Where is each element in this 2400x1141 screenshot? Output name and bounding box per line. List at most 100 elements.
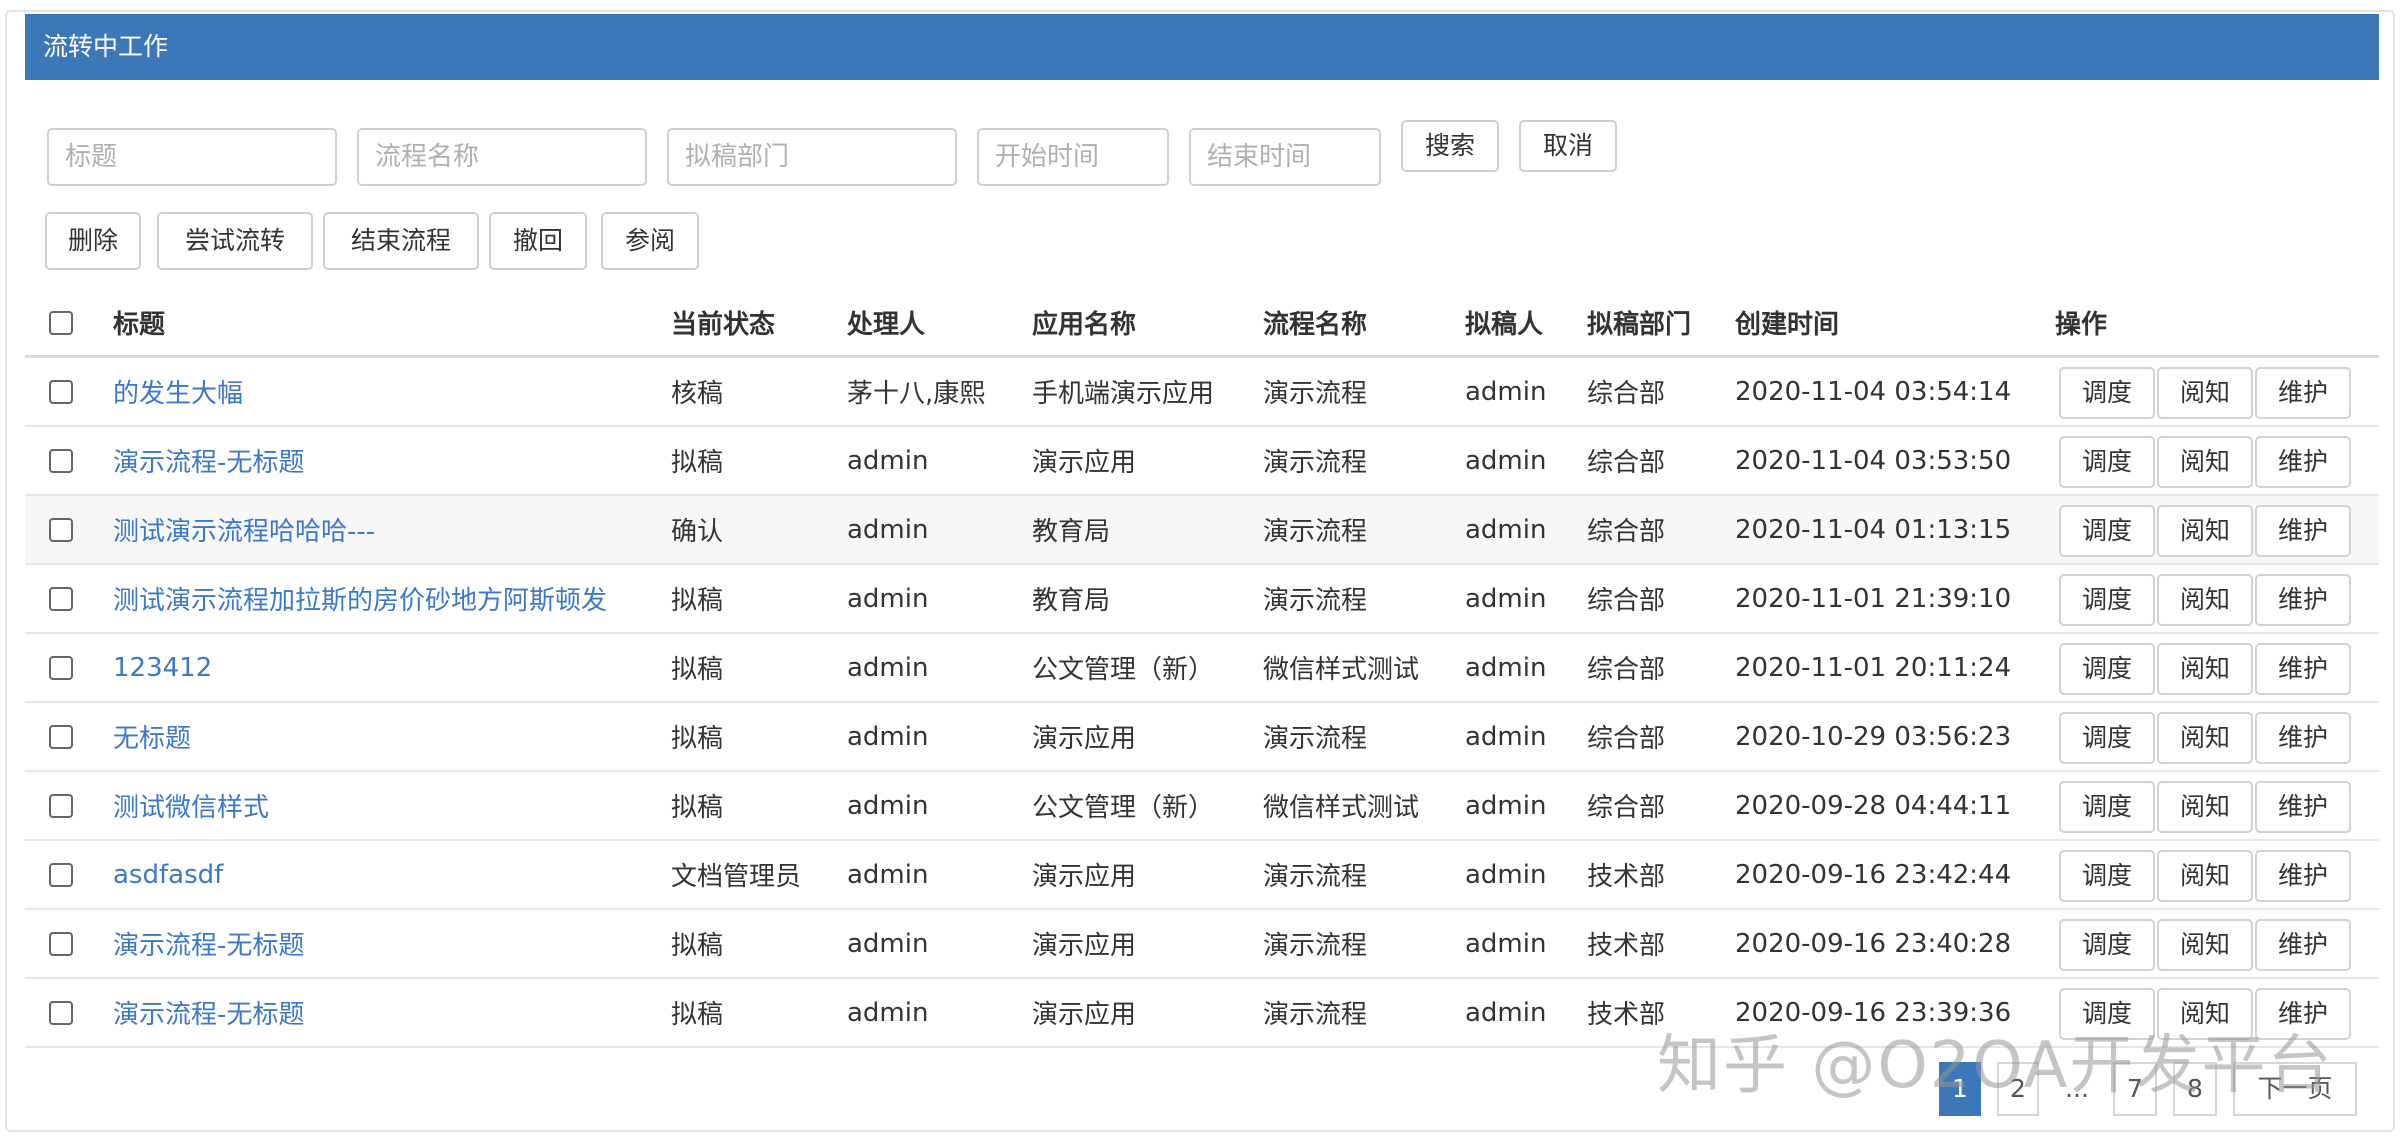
header-drafter[interactable]: 拟稿人 (1465, 290, 1543, 355)
process-name-search-input[interactable] (357, 128, 647, 186)
page-2[interactable]: 2 (1997, 1062, 2039, 1116)
page-8[interactable]: 8 (2173, 1062, 2217, 1116)
header-created[interactable]: 创建时间 (1735, 290, 1839, 355)
select-all-cell[interactable] (49, 290, 73, 355)
maintain-button[interactable]: 维护 (2255, 712, 2351, 764)
maintain-button[interactable]: 维护 (2255, 988, 2351, 1040)
row-select-cell[interactable] (49, 772, 73, 839)
maintain-button[interactable]: 维护 (2255, 436, 2351, 488)
row-select-cell[interactable] (49, 703, 73, 770)
dispatch-button[interactable]: 调度 (2059, 919, 2155, 971)
end-flow-button[interactable]: 结束流程 (323, 212, 479, 270)
row-select-cell[interactable] (49, 979, 73, 1046)
dispatch-button[interactable]: 调度 (2059, 367, 2155, 419)
row-checkbox[interactable] (49, 379, 73, 404)
dispatch-button[interactable]: 调度 (2059, 850, 2155, 902)
work-title-link[interactable]: 无标题 (113, 718, 191, 755)
read-notify-button[interactable]: 阅知 (2157, 850, 2253, 902)
maintain-button[interactable]: 维护 (2255, 643, 2351, 695)
read-notify-button[interactable]: 阅知 (2157, 988, 2253, 1040)
header-dept[interactable]: 拟稿部门 (1587, 290, 1691, 355)
delete-button[interactable]: 删除 (45, 212, 141, 270)
row-select-cell[interactable] (49, 358, 73, 425)
withdraw-button[interactable]: 撤回 (489, 212, 587, 270)
work-title-link[interactable]: asdfasdf (113, 860, 223, 890)
maintain-button[interactable]: 维护 (2255, 505, 2351, 557)
row-checkbox[interactable] (49, 862, 73, 887)
dispatch-button[interactable]: 调度 (2059, 781, 2155, 833)
row-select-cell[interactable] (49, 841, 73, 908)
dispatch-button[interactable]: 调度 (2059, 712, 2155, 764)
header-handler[interactable]: 处理人 (847, 290, 925, 355)
page-7[interactable]: 7 (2113, 1062, 2157, 1116)
row-select-cell[interactable] (49, 910, 73, 977)
row-select-cell[interactable] (49, 496, 73, 563)
work-title-link[interactable]: 演示流程-无标题 (113, 925, 304, 962)
start-time-input[interactable] (977, 128, 1169, 186)
table-row[interactable]: 测试演示流程哈哈哈--- 确认 admin 教育局 演示流程 admin 综合部 2020-1… (25, 496, 2379, 565)
row-checkbox[interactable] (49, 931, 73, 956)
header-title[interactable]: 标题 (113, 290, 165, 355)
work-title-link[interactable]: 测试演示流程加拉斯的房价砂地方阿斯顿发 (113, 580, 607, 617)
search-button[interactable]: 搜索 (1401, 120, 1499, 172)
maintain-button[interactable]: 维护 (2255, 850, 2351, 902)
row-checkbox[interactable] (49, 448, 73, 473)
row-select-cell[interactable] (49, 427, 73, 494)
table-row[interactable]: 演示流程-无标题 拟稿 admin 演示应用 演示流程 admin 综合部 2020-11-0… (25, 427, 2379, 496)
read-notify-button[interactable]: 阅知 (2157, 643, 2253, 695)
dispatch-button[interactable]: 调度 (2059, 988, 2155, 1040)
read-notify-button[interactable]: 阅知 (2157, 436, 2253, 488)
read-notify-button[interactable]: 阅知 (2157, 712, 2253, 764)
row-checkbox[interactable] (49, 517, 73, 542)
cell-title[interactable]: 123412 (113, 634, 212, 701)
header-app[interactable]: 应用名称 (1032, 290, 1136, 355)
cell-title[interactable]: 无标题 (113, 703, 191, 770)
read-notify-button[interactable]: 阅知 (2157, 781, 2253, 833)
cell-title[interactable]: asdfasdf (113, 841, 223, 908)
row-checkbox[interactable] (49, 655, 73, 680)
work-title-link[interactable]: 测试演示流程哈哈哈--- (113, 511, 375, 548)
cancel-button[interactable]: 取消 (1519, 120, 1617, 172)
read-notify-button[interactable]: 阅知 (2157, 505, 2253, 557)
cell-title[interactable]: 测试演示流程加拉斯的房价砂地方阿斯顿发 (113, 565, 607, 632)
read-notify-button[interactable]: 阅知 (2157, 574, 2253, 626)
maintain-button[interactable]: 维护 (2255, 367, 2351, 419)
table-row[interactable]: 演示流程-无标题 拟稿 admin 演示应用 演示流程 admin 技术部 2020-09-1… (25, 979, 2379, 1048)
title-search-input[interactable] (47, 128, 337, 186)
row-select-cell[interactable] (49, 565, 73, 632)
row-checkbox[interactable] (49, 793, 73, 818)
cell-title[interactable]: 的发生大幅 (113, 358, 243, 425)
table-row[interactable]: 演示流程-无标题 拟稿 admin 演示应用 演示流程 admin 技术部 2020-09-1… (25, 910, 2379, 979)
work-title-link[interactable]: 测试微信样式 (113, 787, 269, 824)
end-time-input[interactable] (1189, 128, 1381, 186)
row-checkbox[interactable] (49, 724, 73, 749)
dispatch-button[interactable]: 调度 (2059, 505, 2155, 557)
dispatch-button[interactable]: 调度 (2059, 574, 2155, 626)
maintain-button[interactable]: 维护 (2255, 919, 2351, 971)
header-status[interactable]: 当前状态 (671, 290, 775, 355)
table-row[interactable]: asdfasdf 文档管理员 admin 演示应用 演示流程 admin 技术部 2020-0… (25, 841, 2379, 910)
select-all-checkbox[interactable] (49, 310, 73, 335)
cell-title[interactable]: 测试微信样式 (113, 772, 269, 839)
next-page-button[interactable]: 下一页 (2233, 1062, 2357, 1116)
table-row[interactable]: 测试演示流程加拉斯的房价砂地方阿斯顿发 拟稿 admin 教育局 演示流程 admin 综合… (25, 565, 2379, 634)
table-row[interactable]: 的发生大幅 核稿 茅十八,康熙 手机端演示应用 演示流程 admin 综合部 2020-11-… (25, 358, 2379, 427)
table-row[interactable]: 123412 拟稿 admin 公文管理（新） 微信样式测试 admin 综合部 2020-1… (25, 634, 2379, 703)
cell-title[interactable]: 测试演示流程哈哈哈--- (113, 496, 375, 563)
table-row[interactable]: 测试微信样式 拟稿 admin 公文管理（新） 微信样式测试 admin 综合部 2020-0… (25, 772, 2379, 841)
cell-title[interactable]: 演示流程-无标题 (113, 979, 304, 1046)
work-title-link[interactable]: 123412 (113, 653, 212, 683)
cell-title[interactable]: 演示流程-无标题 (113, 427, 304, 494)
review-button[interactable]: 参阅 (601, 212, 699, 270)
try-flow-button[interactable]: 尝试流转 (157, 212, 313, 270)
maintain-button[interactable]: 维护 (2255, 781, 2351, 833)
cell-title[interactable]: 演示流程-无标题 (113, 910, 304, 977)
row-checkbox[interactable] (49, 586, 73, 611)
header-process[interactable]: 流程名称 (1263, 290, 1367, 355)
table-row[interactable]: 无标题 拟稿 admin 演示应用 演示流程 admin 综合部 2020-10-29 03:… (25, 703, 2379, 772)
work-title-link[interactable]: 的发生大幅 (113, 373, 243, 410)
dispatch-button[interactable]: 调度 (2059, 643, 2155, 695)
work-title-link[interactable]: 演示流程-无标题 (113, 442, 304, 479)
row-select-cell[interactable] (49, 634, 73, 701)
page-1[interactable]: 1 (1939, 1062, 1981, 1116)
